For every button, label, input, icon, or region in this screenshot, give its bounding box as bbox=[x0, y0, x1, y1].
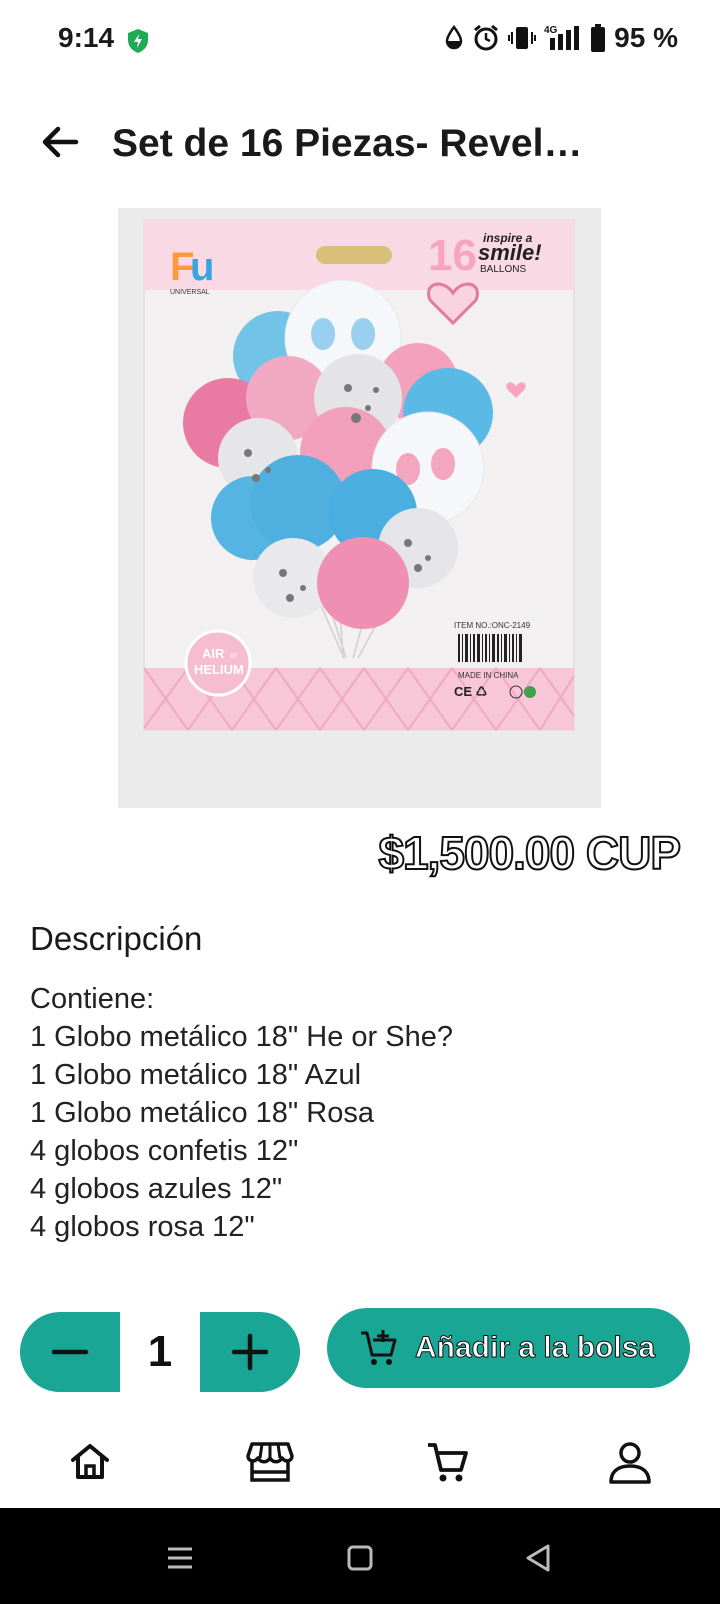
svg-text:CE ♺: CE ♺ bbox=[454, 684, 487, 699]
nav-cart[interactable] bbox=[420, 1434, 476, 1490]
svg-text:MADE IN CHINA: MADE IN CHINA bbox=[458, 671, 519, 680]
add-to-bag-label: Añadir a la bolsa bbox=[414, 1331, 656, 1365]
description-title: Descripción bbox=[30, 920, 203, 957]
svg-text:u: u bbox=[190, 245, 214, 289]
brand-label: UNIVERSAL bbox=[170, 289, 210, 296]
svg-text:16: 16 bbox=[428, 231, 477, 280]
store-icon bbox=[246, 1442, 294, 1482]
svg-text:HELIUM: HELIUM bbox=[194, 662, 244, 677]
nav-profile[interactable] bbox=[602, 1434, 658, 1490]
cart-icon bbox=[428, 1443, 468, 1482]
product-price: $1,500.00 CUP bbox=[377, 826, 682, 880]
screen: 9:14 4G 95 % Set de 16 Piezas- Revel… F … bbox=[0, 0, 720, 1604]
description-body: Contiene: 1 Globo metálico 18" He or She… bbox=[30, 983, 453, 1243]
svg-text:4G: 4G bbox=[544, 25, 558, 36]
profile-icon bbox=[609, 1442, 651, 1484]
quantity-stepper: 1 bbox=[20, 1312, 300, 1392]
plus-icon bbox=[231, 1333, 269, 1371]
alarm-icon bbox=[474, 24, 499, 51]
svg-text:BALLONS: BALLONS bbox=[480, 264, 526, 275]
nav-home[interactable] bbox=[62, 1434, 118, 1490]
status-icons: 4G 95 % bbox=[444, 22, 678, 54]
recent-apps-icon[interactable] bbox=[162, 1540, 198, 1576]
status-time: 9:14 bbox=[58, 22, 115, 53]
svg-text:smile!: smile! bbox=[478, 240, 542, 265]
battery-icon bbox=[591, 24, 606, 52]
home-icon bbox=[71, 1444, 109, 1479]
bottom-navigation bbox=[0, 1418, 720, 1508]
svg-text:or: or bbox=[230, 651, 237, 660]
product-image[interactable]: F u UNIVERSAL 16 inspire a smile! BALLON… bbox=[118, 208, 601, 808]
vibrate-icon bbox=[508, 27, 537, 49]
balloon-pack-illustration: F u UNIVERSAL 16 inspire a smile! BALLON… bbox=[118, 208, 601, 808]
home-system-icon[interactable] bbox=[342, 1540, 378, 1576]
svg-text:ITEM NO.:ONC-2149: ITEM NO.:ONC-2149 bbox=[454, 621, 531, 630]
shield-icon bbox=[128, 29, 148, 53]
minus-icon bbox=[51, 1349, 89, 1355]
drop-icon bbox=[445, 25, 463, 50]
decrease-quantity-button[interactable] bbox=[20, 1312, 120, 1392]
add-to-bag-button[interactable]: Añadir a la bolsa bbox=[327, 1308, 690, 1388]
system-navigation-bar bbox=[0, 1508, 720, 1604]
svg-text:AIR: AIR bbox=[202, 646, 225, 661]
cart-add-icon bbox=[361, 1330, 397, 1365]
header: Set de 16 Piezas- Revel… bbox=[0, 100, 720, 192]
signal-icon: 4G bbox=[544, 25, 580, 50]
back-button[interactable] bbox=[38, 120, 82, 164]
back-system-icon[interactable] bbox=[520, 1540, 556, 1576]
increase-quantity-button[interactable] bbox=[200, 1312, 300, 1392]
quantity-value: 1 bbox=[147, 1327, 173, 1376]
page-title: Set de 16 Piezas- Revel… bbox=[112, 122, 583, 165]
nav-store[interactable] bbox=[242, 1434, 298, 1490]
battery-percent: 95 % bbox=[614, 22, 678, 53]
status-bar: 9:14 4G 95 % bbox=[0, 0, 720, 80]
